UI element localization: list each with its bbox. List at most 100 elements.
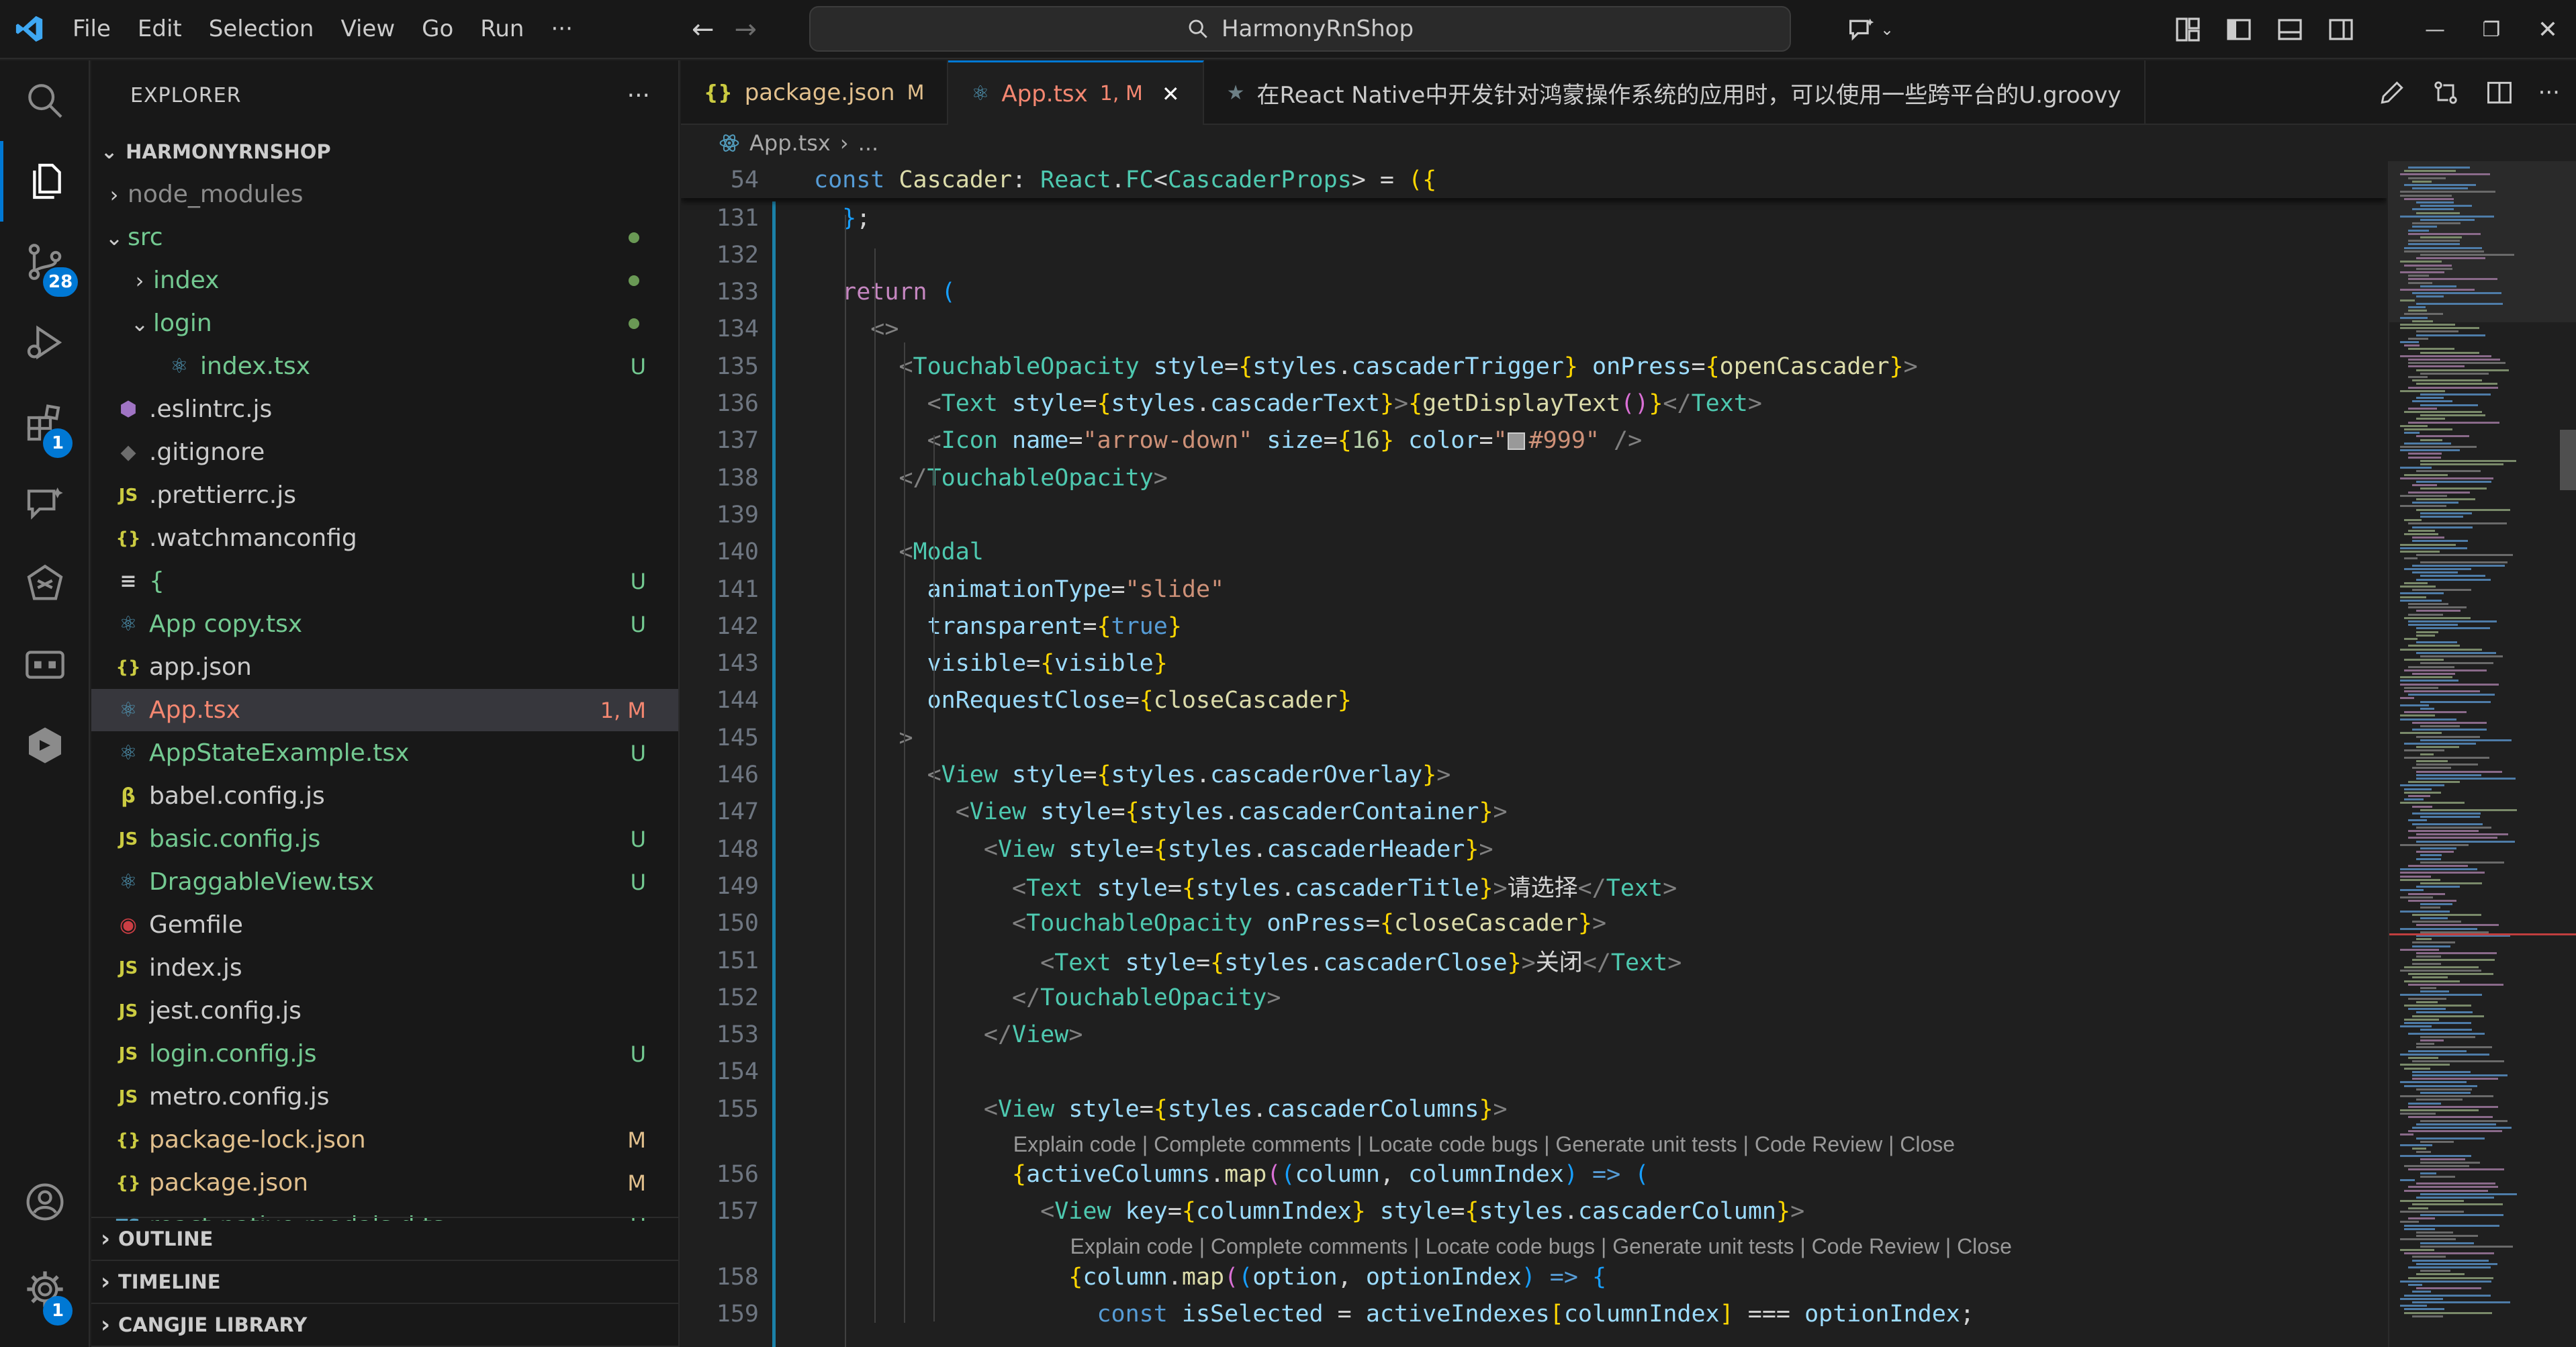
- file-row[interactable]: ⚛ App copy.tsx U: [91, 603, 678, 645]
- more-actions-icon[interactable]: ···: [627, 82, 650, 109]
- extensions-icon[interactable]: 1: [0, 383, 90, 463]
- section-timeline[interactable]: › TIMELINE: [91, 1261, 678, 1304]
- explorer-files-icon[interactable]: [0, 141, 90, 222]
- tab-package-json[interactable]: {} package.json M: [681, 60, 949, 125]
- file-row[interactable]: ⚛ App.tsx 1, M: [91, 689, 678, 731]
- minimap-line: [2400, 896, 2433, 898]
- toggle-panel-icon[interactable]: [2264, 0, 2315, 59]
- section-cangjie-library[interactable]: › CANGJIE LIBRARY: [91, 1304, 678, 1347]
- folder-row[interactable]: › index: [91, 259, 678, 301]
- file-row[interactable]: {} package-lock.json M: [91, 1119, 678, 1161]
- minimap-line: [2404, 1252, 2494, 1255]
- token: <: [899, 353, 913, 380]
- menu-item-view[interactable]: View: [327, 0, 408, 58]
- minimap-line: [2400, 327, 2479, 330]
- minimap-line: [2400, 718, 2456, 721]
- minimap[interactable]: [2388, 161, 2576, 1347]
- menu-item-edit[interactable]: Edit: [124, 0, 195, 58]
- menu-item-go[interactable]: Go: [408, 0, 467, 58]
- breadcrumb-file[interactable]: App.tsx: [749, 130, 831, 156]
- codelens-actions[interactable]: Explain code | Complete comments | Locat…: [1013, 1132, 1955, 1157]
- file-row[interactable]: ◉ Gemfile: [91, 904, 678, 946]
- file-row[interactable]: ⬢ .eslintrc.js: [91, 388, 678, 430]
- minimap-line: [2404, 246, 2482, 249]
- folder-row[interactable]: ⌄ src: [91, 216, 678, 259]
- sticky-scroll-line: 54 const Cascader: React.FC<CascaderProps…: [681, 161, 2387, 198]
- harmony-devtools-icon[interactable]: [0, 705, 90, 786]
- assistant-extension-icon[interactable]: [0, 544, 90, 624]
- search-icon[interactable]: [0, 60, 90, 141]
- project-root-header[interactable]: ⌄ HARMONYRNSHOP: [91, 130, 678, 173]
- settings-gear-icon[interactable]: 1: [0, 1249, 90, 1330]
- edit-pencil-icon[interactable]: [2377, 78, 2407, 107]
- back-arrow-icon[interactable]: ←: [692, 14, 715, 45]
- remote-explorer-icon[interactable]: [0, 624, 90, 705]
- tab--react-native-u-groo[interactable]: ★ 在React Native中开发针对鸿蒙操作系统的应用时，可以使用一些跨平台的…: [1204, 60, 2146, 125]
- file-row[interactable]: ≡ {U: [91, 560, 678, 602]
- minimap-line: [2420, 1172, 2436, 1174]
- forward-arrow-icon[interactable]: →: [735, 14, 757, 45]
- file-row[interactable]: {} .watchmanconfig: [91, 517, 678, 559]
- copilot-chat-icon[interactable]: ⌄: [1833, 0, 1907, 59]
- breadcrumb-symbol[interactable]: ...: [858, 130, 879, 156]
- code-line: 152 </TouchableOpacity>: [681, 979, 2387, 1016]
- token: .: [1252, 835, 1267, 863]
- account-icon[interactable]: [0, 1162, 90, 1242]
- source-control-icon[interactable]: 28: [0, 222, 90, 302]
- token: =>: [1577, 1161, 1621, 1188]
- tab-app-tsx[interactable]: ⚛ App.tsx 1, M ✕: [948, 60, 1204, 125]
- customize-layout-icon[interactable]: [2162, 0, 2213, 59]
- command-center-search[interactable]: HarmonyRnShop: [809, 6, 1791, 52]
- code-editor[interactable]: 54 const Cascader: React.FC<CascaderProps…: [681, 161, 2387, 1347]
- menu-item-run[interactable]: Run: [467, 0, 537, 58]
- file-row[interactable]: ⚛ DraggableView.tsx U: [91, 861, 678, 903]
- nav-arrows: ← →: [692, 0, 757, 59]
- chat-icon[interactable]: [0, 463, 90, 544]
- token: Text: [1054, 949, 1111, 976]
- run-debug-icon[interactable]: [0, 302, 90, 383]
- close-tab-icon[interactable]: ✕: [1162, 81, 1180, 107]
- file-row[interactable]: JS .prettierrc.js: [91, 474, 678, 516]
- token: {: [1139, 687, 1154, 714]
- scrollbar-thumb[interactable]: [2560, 430, 2576, 490]
- compare-changes-icon[interactable]: [2431, 78, 2460, 107]
- split-editor-icon[interactable]: [2485, 78, 2514, 107]
- file-row[interactable]: JS index.js: [91, 947, 678, 989]
- file-row[interactable]: β babel.config.js: [91, 775, 678, 817]
- color-swatch[interactable]: [1507, 432, 1525, 451]
- file-row[interactable]: JS jest.config.js: [91, 990, 678, 1032]
- restore-button[interactable]: ❐: [2463, 0, 2520, 59]
- codelens-actions[interactable]: Explain code | Complete comments | Locat…: [1070, 1234, 2012, 1259]
- code-line: 134 <>: [681, 311, 2387, 348]
- minimap-line: [2408, 1186, 2498, 1189]
- file-row[interactable]: JS basic.config.js U: [91, 818, 678, 860]
- menu-item-file[interactable]: File: [59, 0, 124, 58]
- file-row[interactable]: ⚛ AppStateExample.tsx U: [91, 732, 678, 774]
- toggle-primary-sidebar-icon[interactable]: [2213, 0, 2264, 59]
- menu-item-more[interactable]: ···: [537, 0, 586, 58]
- folder-row[interactable]: ⌄ login: [91, 302, 678, 344]
- file-row[interactable]: {} app.json: [91, 646, 678, 688]
- close-window-button[interactable]: ✕: [2520, 0, 2576, 59]
- folder-row[interactable]: › node_modules: [91, 173, 678, 216]
- minimap-line: [2412, 292, 2501, 295]
- menu-item-selection[interactable]: Selection: [195, 0, 328, 58]
- minimap-line: [2404, 432, 2420, 434]
- file-row[interactable]: JS login.config.js U: [91, 1033, 678, 1075]
- token: ": [1493, 427, 1508, 455]
- toggle-secondary-sidebar-icon[interactable]: [2315, 0, 2366, 59]
- line-number: 138: [716, 464, 759, 492]
- more-actions-icon[interactable]: ···: [2538, 79, 2560, 106]
- file-row[interactable]: JS metro.config.js: [91, 1076, 678, 1118]
- token: [: [1549, 1300, 1564, 1328]
- file-row[interactable]: {} package.json M: [91, 1162, 678, 1204]
- file-row[interactable]: ◆ .gitignore: [91, 431, 678, 473]
- file-row[interactable]: ⚛ index.tsx U: [91, 345, 678, 387]
- token: >: [1667, 949, 1682, 976]
- minimap-line: [2416, 257, 2485, 260]
- minimize-button[interactable]: —: [2407, 0, 2463, 59]
- token: {: [1153, 1095, 1168, 1123]
- token: View: [941, 761, 998, 788]
- section-outline[interactable]: › OUTLINE: [91, 1218, 678, 1261]
- code-text: <View style={styles.cascaderColumns}>: [814, 1096, 1508, 1123]
